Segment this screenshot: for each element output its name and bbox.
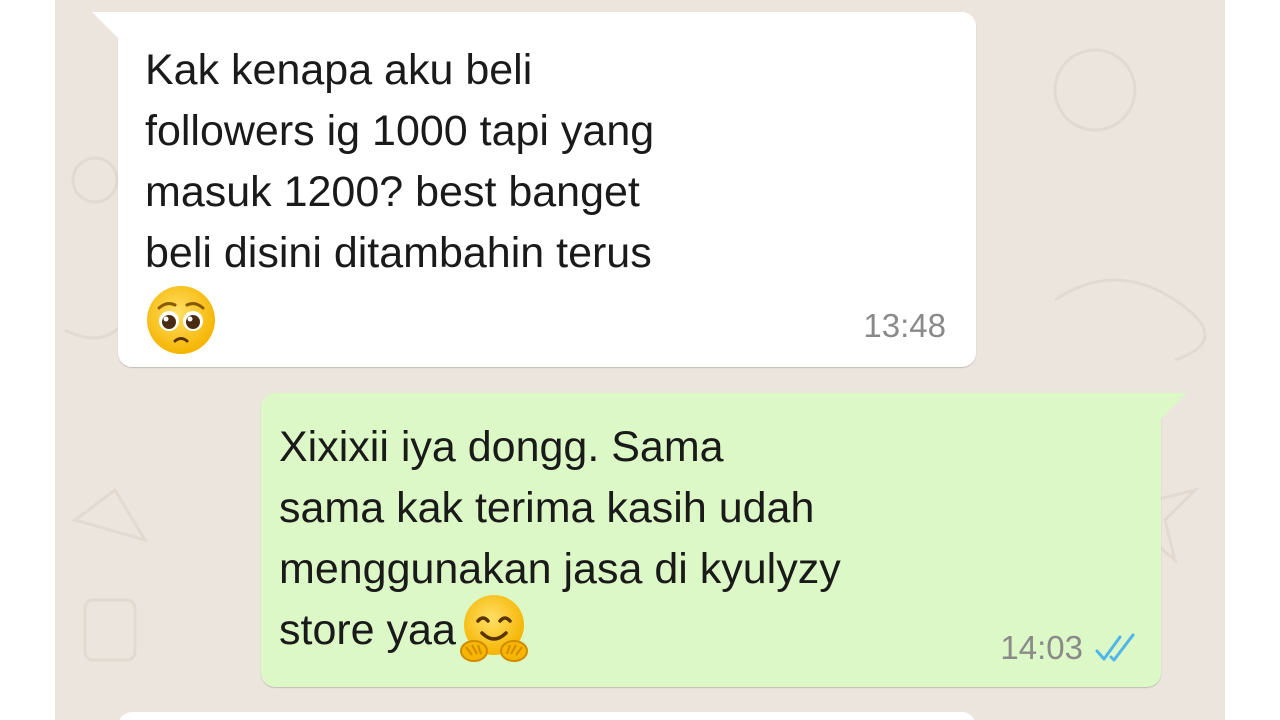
hugging-face-icon (459, 594, 528, 662)
outgoing-message-bubble[interactable]: Xixixii iya dongg. Sama sama kak terima … (261, 393, 1187, 687)
double-check-icon (1095, 633, 1135, 662)
message-timestamp: 14:03 (1000, 629, 1083, 666)
pleading-face-icon (147, 286, 215, 354)
message-text: Kak kenapa aku beli followers ig 1000 ta… (145, 40, 825, 356)
incoming-message-bubble[interactable]: Kak kenapa aku beli followers ig 1000 ta… (92, 12, 976, 367)
chat-area: Kak kenapa aku beli followers ig 1000 ta… (55, 0, 1225, 720)
message-meta: 14:03 (1000, 629, 1139, 667)
message-timestamp: 13:48 (863, 307, 946, 344)
next-message-bubble[interactable] (118, 712, 976, 720)
message-text: Xixixii iya dongg. Sama sama kak terima … (279, 417, 979, 665)
bubble-tail (1161, 393, 1187, 419)
bubble-tail (92, 12, 118, 38)
